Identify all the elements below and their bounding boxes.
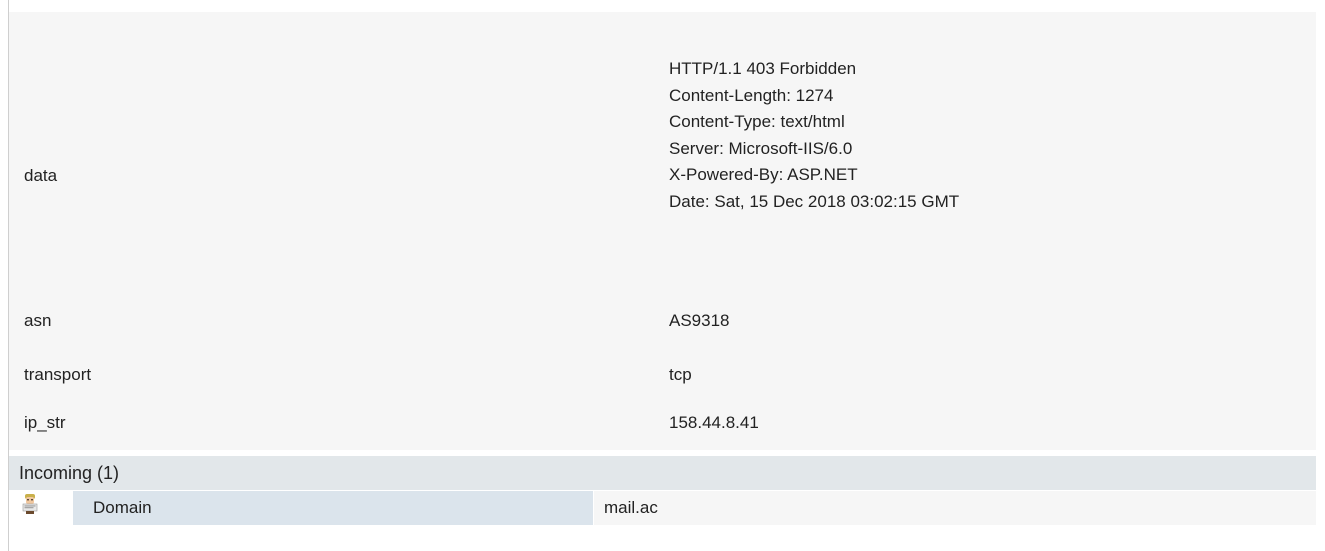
data-line: Content-Type: text/html	[669, 112, 845, 132]
property-key: ip_str	[24, 413, 66, 432]
incoming-title: Incoming (1)	[19, 463, 120, 483]
incoming-link-row[interactable]: Domain mail.ac	[9, 491, 1316, 525]
property-key: transport	[24, 365, 92, 384]
incoming-section-header[interactable]: Incoming (1)	[9, 456, 1316, 490]
properties-table: data HTTP/1.1 403 Forbidden Content-Leng…	[9, 12, 1316, 450]
property-value: AS9318	[669, 311, 730, 330]
entity-avatar-icon	[22, 493, 38, 515]
data-line: Content-Length: 1274	[669, 85, 834, 105]
property-value-multiline: HTTP/1.1 403 Forbidden Content-Length: 1…	[669, 56, 959, 216]
entity-type-label: Domain	[93, 498, 152, 517]
data-line: Server: Microsoft-IIS/6.0	[669, 138, 853, 158]
property-row-ip-str: ip_str 158.44.8.41	[9, 412, 1316, 446]
property-value: tcp	[669, 365, 692, 384]
entity-type-cell: Domain	[73, 491, 593, 525]
entity-value-link[interactable]: mail.ac	[604, 496, 658, 520]
property-key: asn	[24, 311, 52, 330]
property-row-data: data HTTP/1.1 403 Forbidden Content-Leng…	[9, 32, 1316, 211]
property-value: 158.44.8.41	[669, 413, 759, 432]
entity-value-cell[interactable]: mail.ac	[594, 491, 1316, 525]
data-line: X-Powered-By: ASP.NET	[669, 165, 858, 185]
data-line: Date: Sat, 15 Dec 2018 03:02:15 GMT	[669, 191, 960, 211]
property-row-asn: asn AS9318	[9, 304, 1316, 338]
property-key: data	[24, 166, 58, 185]
property-row-transport: transport tcp	[9, 358, 1316, 392]
entity-detail-view: data HTTP/1.1 403 Forbidden Content-Leng…	[0, 0, 1325, 551]
data-line: HTTP/1.1 403 Forbidden	[669, 59, 857, 78]
